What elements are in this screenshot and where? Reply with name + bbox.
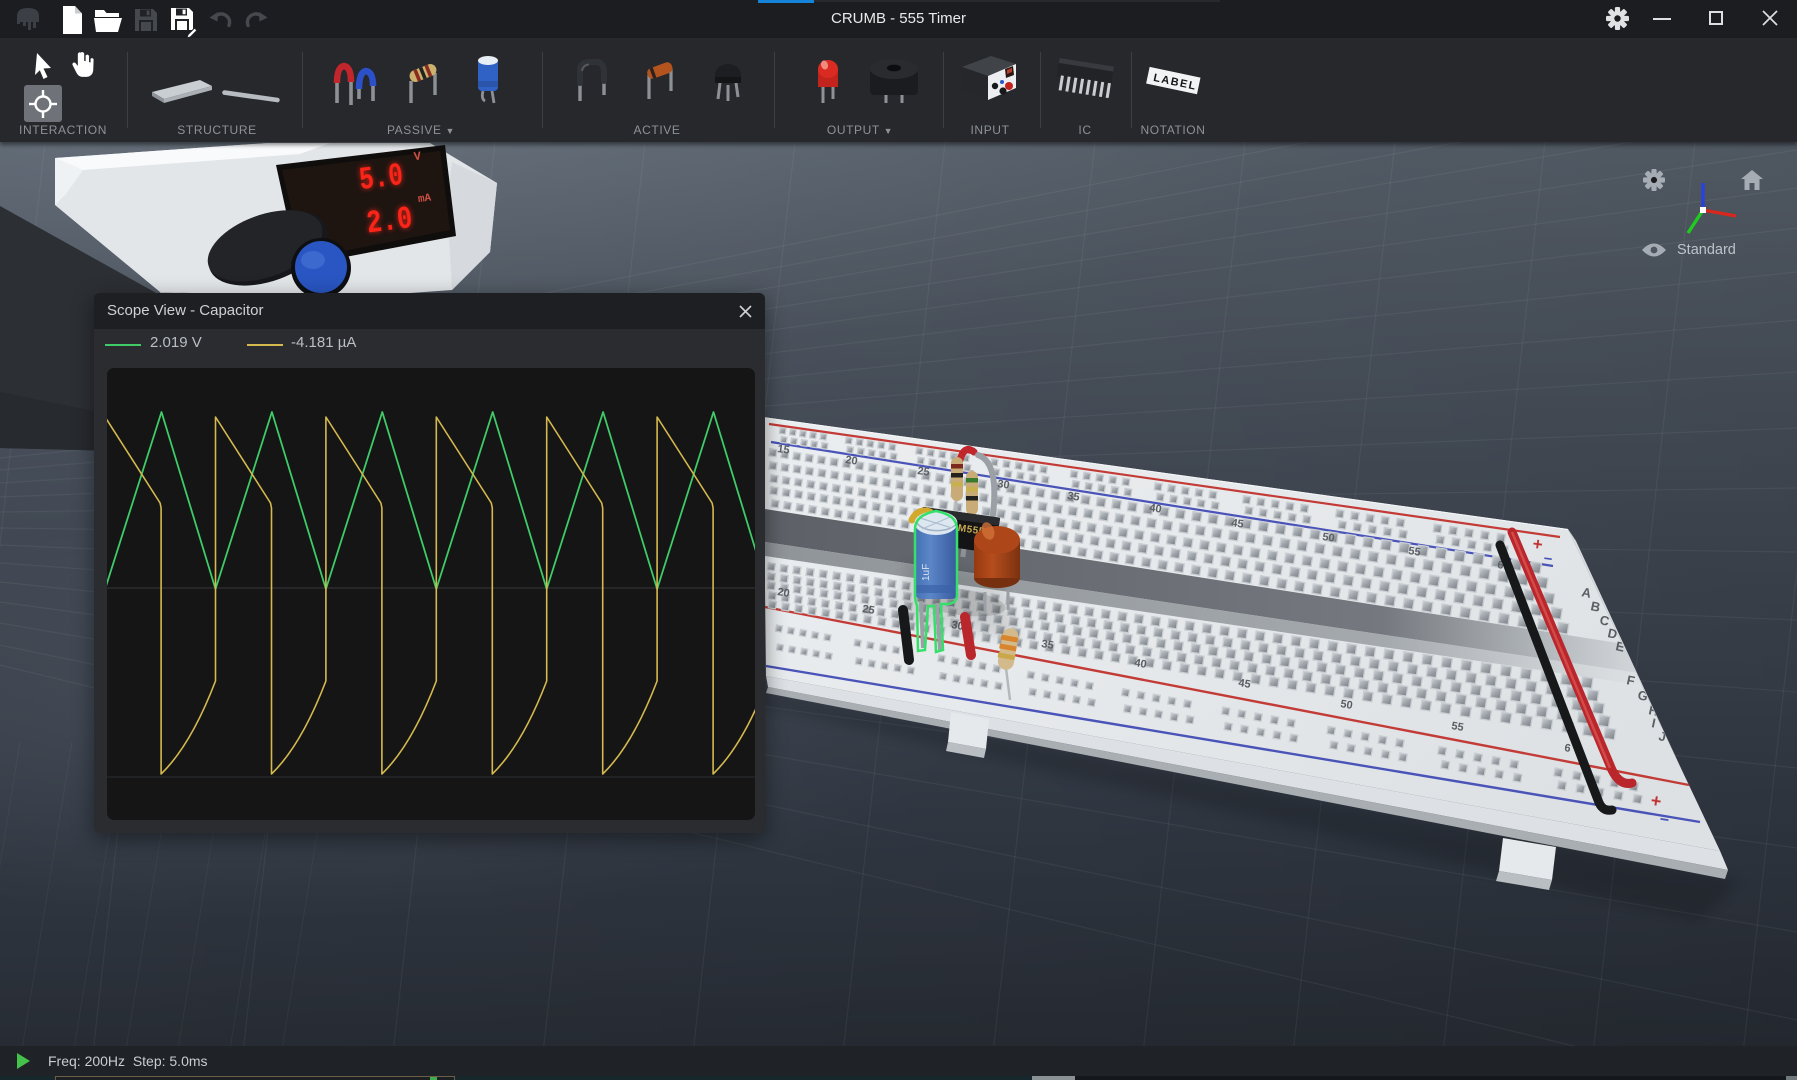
svg-text:55: 55 — [1451, 720, 1465, 734]
svg-text:15: 15 — [777, 443, 791, 457]
svg-text:20: 20 — [845, 454, 859, 468]
svg-text:35: 35 — [1041, 638, 1055, 652]
svg-text:5.0: 5.0 — [357, 157, 405, 199]
svg-text:50: 50 — [1340, 698, 1354, 712]
svg-text:40: 40 — [1149, 502, 1163, 516]
svg-text:45: 45 — [1238, 677, 1252, 691]
svg-text:25: 25 — [917, 465, 931, 479]
svg-text:30: 30 — [997, 478, 1011, 492]
svg-text:20: 20 — [777, 586, 791, 600]
svg-text:2.0: 2.0 — [364, 200, 414, 242]
svg-text:45: 45 — [1231, 517, 1245, 531]
svg-text:35: 35 — [1067, 490, 1081, 504]
svg-text:50: 50 — [1322, 531, 1336, 545]
svg-text:25: 25 — [862, 603, 876, 617]
svg-text:40: 40 — [1134, 657, 1148, 671]
svg-text:55: 55 — [1408, 545, 1422, 559]
svg-text:mA: mA — [417, 193, 432, 207]
svg-text:1uF: 1uF — [921, 564, 932, 581]
